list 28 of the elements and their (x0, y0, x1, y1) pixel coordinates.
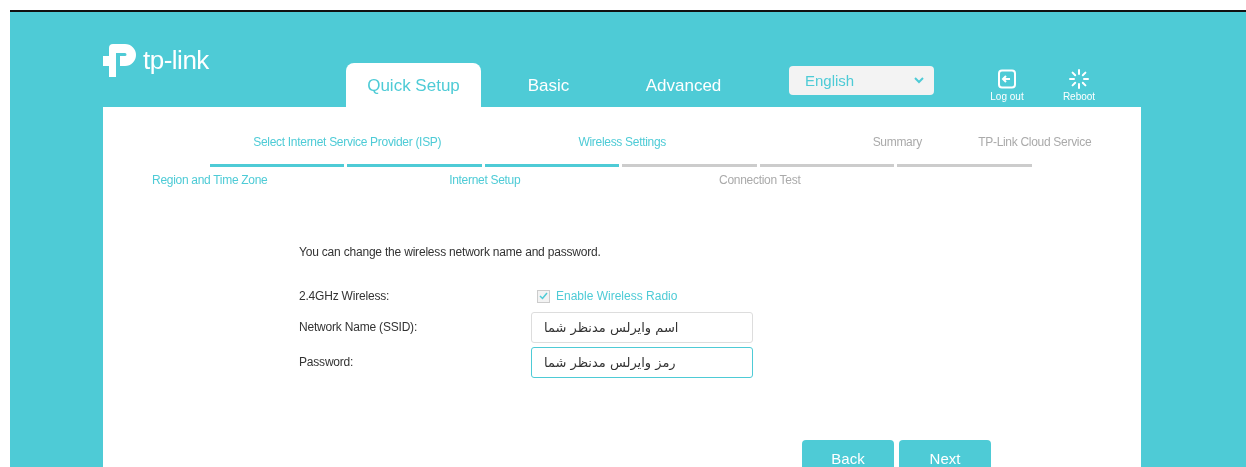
nav-button[interactable]: Next (899, 440, 991, 467)
nav-tab[interactable]: Quick Setup (346, 63, 481, 107)
nav-tab[interactable]: Advanced (616, 63, 751, 107)
spinner-icon (1069, 69, 1089, 89)
checkbox-label[interactable]: Enable Wireless Radio (556, 289, 678, 303)
header-action[interactable]: Log out (987, 69, 1027, 102)
step-label: TP-Link Cloud Service (978, 135, 1092, 149)
header-action[interactable]: Reboot (1059, 69, 1099, 102)
field-label: 2.4GHz Wireless: (299, 289, 391, 303)
logout-icon (997, 69, 1017, 89)
logo-icon (103, 42, 139, 78)
intro-text: You can change the wireless network name and password. (299, 245, 602, 259)
nav-button[interactable]: Back (802, 440, 894, 467)
chevron-icon (914, 77, 924, 84)
step-label: Summary (872, 135, 922, 149)
language-select[interactable]: English (789, 66, 934, 95)
input-field[interactable]: رمز وایرلس مدنظر شما (531, 346, 753, 378)
logo-text: tp-link (143, 45, 209, 75)
checkbox[interactable] (537, 289, 550, 303)
field-label: Password: (299, 355, 355, 369)
input-field[interactable]: اسم وایرلس مدنظر شما (531, 311, 753, 343)
step-label: Internet Setup (449, 173, 521, 187)
step-label: Region and Time Zone (152, 173, 268, 187)
step-label: Select Internet Service Provider (ISP) (253, 135, 442, 149)
step-label: Wireless Settings (578, 135, 667, 149)
nav-tab[interactable]: Basic (481, 63, 616, 107)
field-label: Network Name (SSID): (299, 320, 419, 334)
step-label: Connection Test (719, 173, 801, 187)
